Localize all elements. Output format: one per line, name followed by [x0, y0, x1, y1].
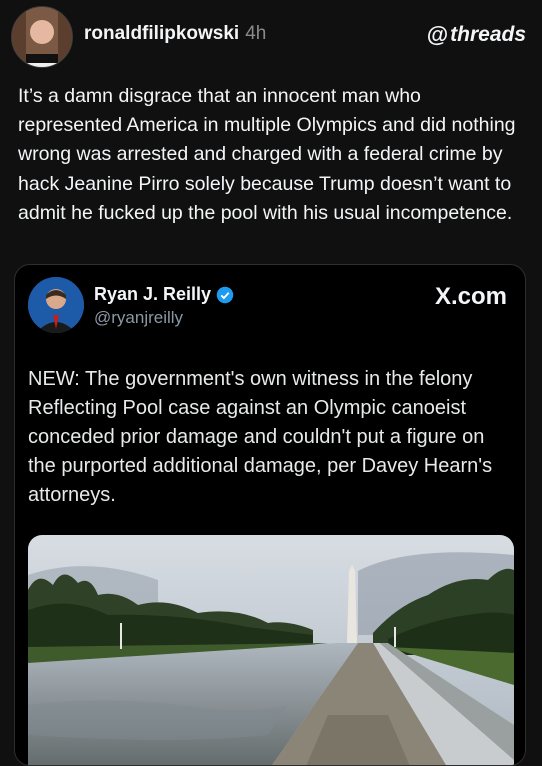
threads-logo-icon: @ — [426, 22, 449, 47]
threads-brand-label: threads — [450, 23, 526, 46]
post-header: ronaldfilipkowski 4h @ threads — [0, 0, 542, 76]
x-brand-label: X.com — [434, 283, 507, 310]
quoted-author-name[interactable]: Ryan J. Reilly — [94, 284, 234, 305]
post-time: 4h — [245, 23, 267, 44]
quoted-post-card[interactable]: Ryan J. Reilly @ryanjreilly X.com NEW: T… — [14, 264, 526, 766]
author-avatar[interactable] — [11, 6, 73, 68]
quoted-author-handle[interactable]: @ryanjreilly — [94, 308, 183, 328]
reflecting-pool-photo[interactable] — [28, 535, 514, 765]
verified-badge-icon — [216, 286, 234, 303]
threads-brand: @ threads — [427, 22, 526, 48]
username-text[interactable]: ronaldfilipkowski — [84, 23, 239, 44]
quoted-post-text: NEW: The government's own witness in the… — [28, 368, 493, 506]
author-username[interactable]: ronaldfilipkowski 4h — [84, 23, 266, 45]
quoted-author-name-text[interactable]: Ryan J. Reilly — [94, 284, 211, 305]
post-body-text: It’s a damn disgrace that an innocent ma… — [18, 85, 516, 224]
quoted-author-avatar[interactable] — [28, 277, 84, 333]
